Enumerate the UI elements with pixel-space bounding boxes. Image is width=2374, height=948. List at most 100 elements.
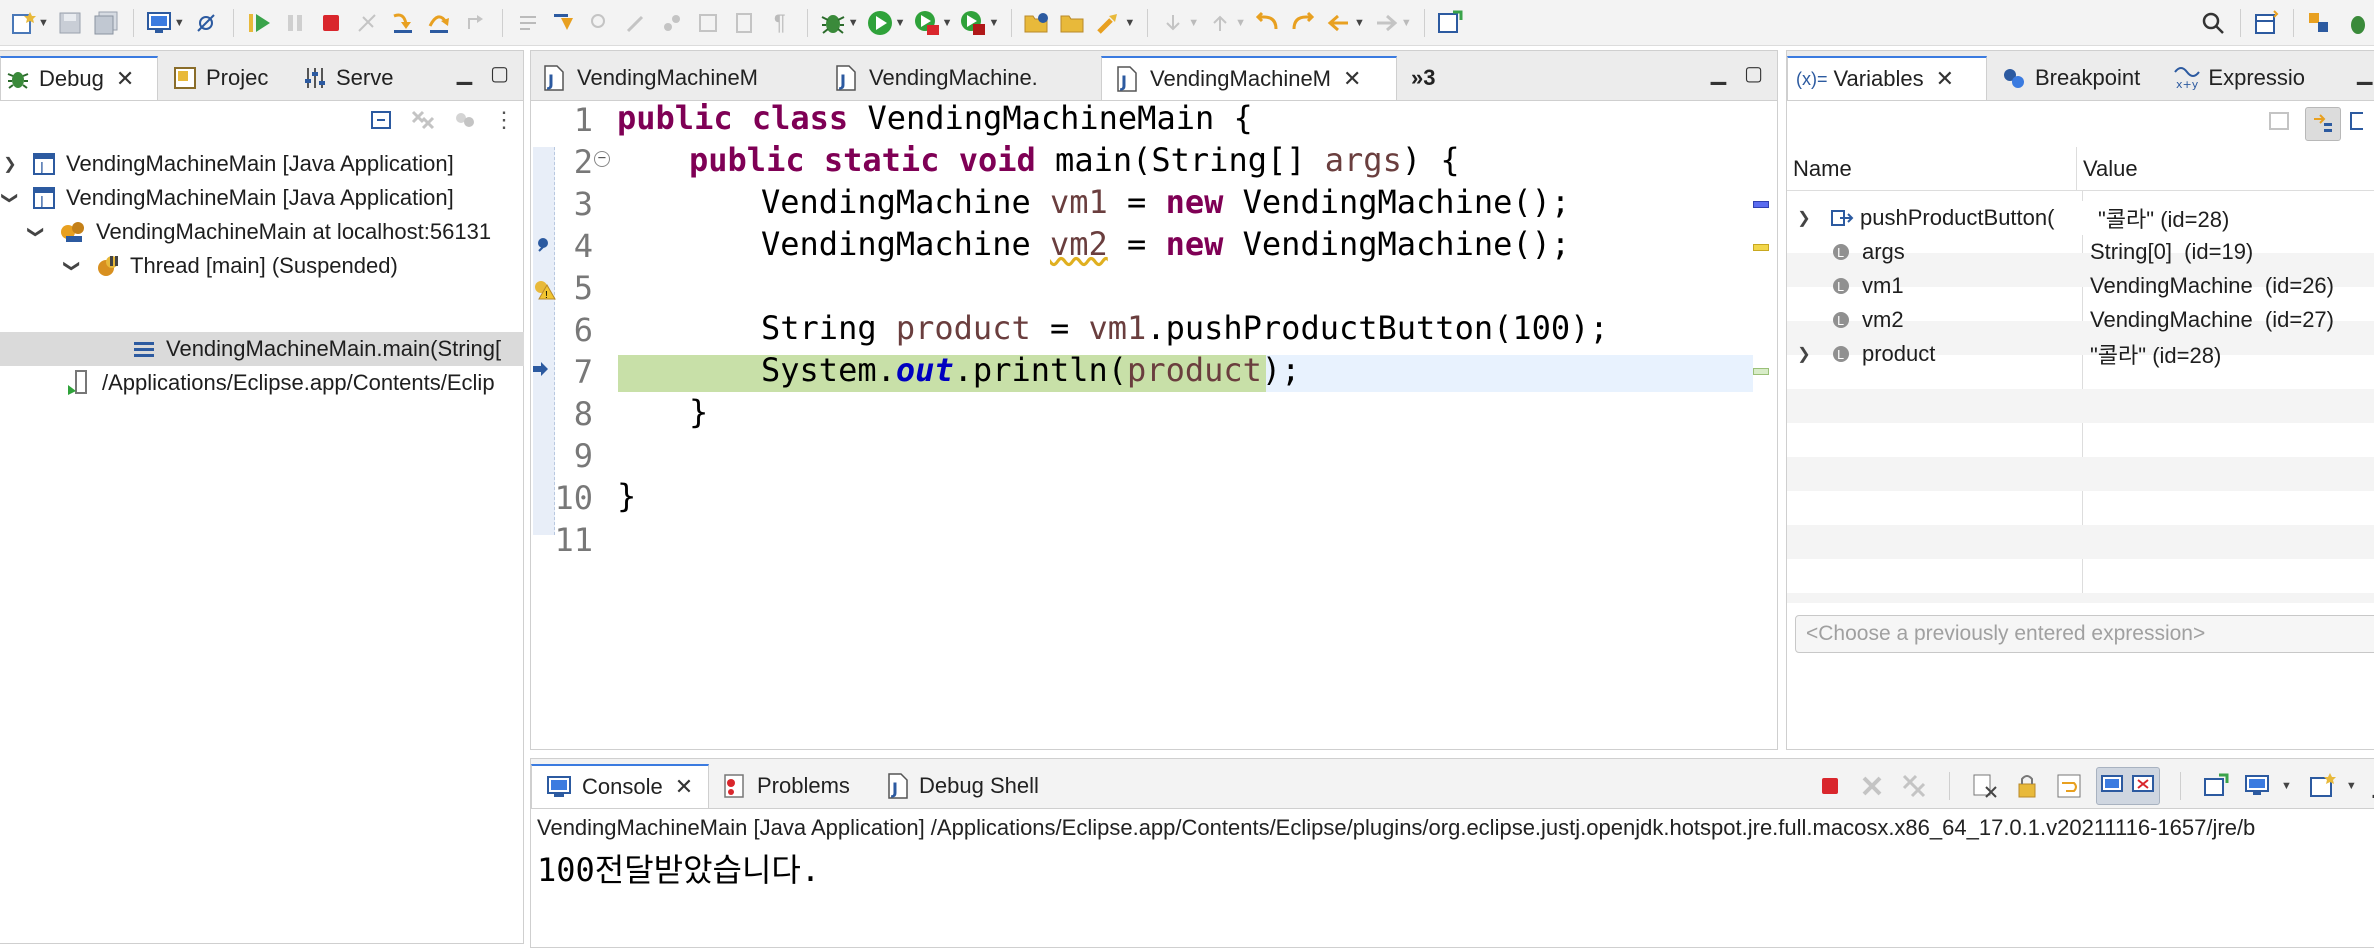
inspect-icon[interactable]: [583, 6, 617, 40]
terminate-icon[interactable]: [314, 6, 348, 40]
close-icon[interactable]: ✕: [116, 66, 134, 92]
table-row[interactable]: ❯ L product "콜라" (id=28): [1790, 337, 2374, 371]
tree-item-thread[interactable]: ❯ Thread [main] (Suspended): [62, 249, 398, 283]
last-edit-location-icon[interactable]: [1250, 6, 1284, 40]
flashlight-icon[interactable]: [1092, 6, 1126, 40]
table-row[interactable]: L vm2 VendingMachine (id=27): [1790, 303, 2374, 337]
tab-servers[interactable]: Serve: [288, 56, 408, 100]
external-tools-icon[interactable]: [956, 6, 990, 40]
display-icon[interactable]: [655, 6, 689, 40]
debug-icon[interactable]: [816, 6, 850, 40]
search-icon[interactable]: [2196, 6, 2230, 40]
terminate-icon[interactable]: [1815, 771, 1845, 801]
maximize-icon[interactable]: ▢: [490, 61, 509, 86]
console-output[interactable]: 100전달받았습니다.: [537, 845, 820, 891]
table-row[interactable]: ❯ pushProductButton( "콜라" (id=28): [1790, 201, 2374, 235]
tab-debug[interactable]: Debug ✕: [0, 56, 158, 100]
show-console-on-output-toggle[interactable]: [2096, 767, 2160, 805]
tree-item-launch[interactable]: ❯ J VendingMachineMain [Java Application…: [0, 181, 454, 215]
execute-icon[interactable]: [691, 6, 725, 40]
remove-launch-icon[interactable]: [1857, 771, 1887, 801]
disconnect-icon[interactable]: [350, 6, 384, 40]
chevron-right-icon[interactable]: ❯: [0, 154, 20, 174]
chevron-down-icon[interactable]: ▼: [895, 17, 906, 29]
display-selected-console-icon[interactable]: [2243, 771, 2273, 801]
step-return-icon[interactable]: [458, 6, 492, 40]
chevron-down-icon[interactable]: ▼: [988, 17, 999, 29]
tab-debug-shell[interactable]: J Debug Shell: [873, 764, 1053, 808]
save-icon[interactable]: [53, 6, 87, 40]
new-icon[interactable]: [6, 6, 40, 40]
chevron-down-icon[interactable]: ▼: [1235, 17, 1246, 29]
column-header-name[interactable]: Name: [1787, 146, 2077, 191]
forward-edit-icon[interactable]: [1286, 6, 1320, 40]
close-icon[interactable]: ✕: [1343, 66, 1361, 92]
minimize-icon[interactable]: ▁: [2357, 61, 2372, 86]
chevron-down-icon[interactable]: ▼: [174, 17, 185, 29]
chevron-down-icon[interactable]: ▼: [942, 17, 953, 29]
remove-terminated-icon[interactable]: [409, 108, 437, 132]
tab-expressions[interactable]: x+y Expressio: [2159, 56, 2319, 100]
collapse-all-icon[interactable]: [2349, 107, 2363, 137]
chevron-down-icon[interactable]: ▼: [38, 17, 49, 29]
open-task-icon[interactable]: [1056, 6, 1090, 40]
copy-stack-icon[interactable]: [727, 6, 761, 40]
open-console-icon[interactable]: [2308, 771, 2338, 801]
open-type-icon[interactable]: [1020, 6, 1054, 40]
next-annotation-icon[interactable]: [1156, 6, 1190, 40]
close-icon[interactable]: ✕: [675, 774, 693, 800]
chevron-down-icon[interactable]: ▼: [2346, 780, 2357, 792]
previous-annotation-icon[interactable]: [1203, 6, 1237, 40]
chevron-down-icon[interactable]: ▼: [1188, 17, 1199, 29]
debug-perspective-icon[interactable]: [2338, 6, 2372, 40]
tab-breakpoints[interactable]: Breakpoint: [1987, 56, 2159, 100]
perspective-icon[interactable]: [2249, 6, 2283, 40]
tab-project[interactable]: Projec: [158, 56, 288, 100]
back-arrow-icon[interactable]: [1322, 6, 1356, 40]
overview-marker-warning[interactable]: [1753, 244, 1769, 251]
tree-item-launch[interactable]: ❯ J VendingMachineMain [Java Application…: [0, 147, 453, 181]
suspend-icon[interactable]: [278, 6, 312, 40]
java-perspective-icon[interactable]: [2302, 6, 2336, 40]
expression-input[interactable]: <Choose a previously entered expression>: [1795, 615, 2374, 653]
remove-all-terminated-icon[interactable]: [1899, 771, 1929, 801]
table-row[interactable]: L vm1 VendingMachine (id=26): [1790, 269, 2374, 303]
threads-icon[interactable]: [453, 108, 477, 132]
chevron-down-icon[interactable]: ▼: [1354, 17, 1365, 29]
tree-item-stack-frame[interactable]: VendingMachineMain.main(String[: [0, 332, 524, 366]
skip-breakpoints-icon[interactable]: [189, 6, 223, 40]
minimize-icon[interactable]: ▁: [457, 61, 472, 86]
chevron-down-icon[interactable]: ▼: [1401, 17, 1412, 29]
step-into-icon[interactable]: [386, 6, 420, 40]
tab-console[interactable]: Console ✕: [531, 764, 709, 808]
drop-to-frame-icon[interactable]: [511, 6, 545, 40]
tab-editor-file[interactable]: J VendingMachineM: [531, 56, 821, 100]
column-header-value[interactable]: Value: [2077, 156, 2138, 182]
forward-arrow-icon[interactable]: [1369, 6, 1403, 40]
tab-variables[interactable]: (x)= Variables ✕: [1787, 56, 1987, 100]
chevron-down-icon[interactable]: ▼: [1124, 17, 1135, 29]
minimize-icon[interactable]: ▁: [1711, 61, 1726, 86]
tab-overflow[interactable]: »3: [1397, 56, 1457, 100]
run-icon[interactable]: [863, 6, 897, 40]
chevron-down-icon[interactable]: ❯: [62, 256, 82, 276]
show-logical-structure-icon[interactable]: [2305, 107, 2341, 141]
chevron-down-icon[interactable]: ❯: [26, 222, 46, 242]
overview-marker-current[interactable]: [1753, 368, 1769, 375]
use-step-filters-icon[interactable]: [547, 6, 581, 40]
fold-icon[interactable]: −: [594, 151, 610, 167]
table-row[interactable]: L args String[0] (id=19): [1790, 235, 2374, 269]
overview-marker-occurrence[interactable]: [1753, 201, 1769, 208]
watch-icon[interactable]: [619, 6, 653, 40]
chevron-down-icon[interactable]: ▼: [848, 17, 859, 29]
save-all-icon[interactable]: [89, 6, 123, 40]
open-console-icon[interactable]: [142, 6, 176, 40]
tab-editor-file[interactable]: J VendingMachine.: [821, 56, 1101, 100]
chevron-right-icon[interactable]: ❯: [1790, 208, 1818, 228]
clear-console-icon[interactable]: [1970, 771, 2000, 801]
tab-editor-file-active[interactable]: J VendingMachineM ✕: [1101, 56, 1397, 100]
pin-editor-icon[interactable]: [1433, 6, 1467, 40]
view-menu-icon[interactable]: ⋮: [493, 107, 515, 133]
collapse-all-icon[interactable]: [369, 108, 393, 132]
close-icon[interactable]: ✕: [1936, 66, 1954, 92]
